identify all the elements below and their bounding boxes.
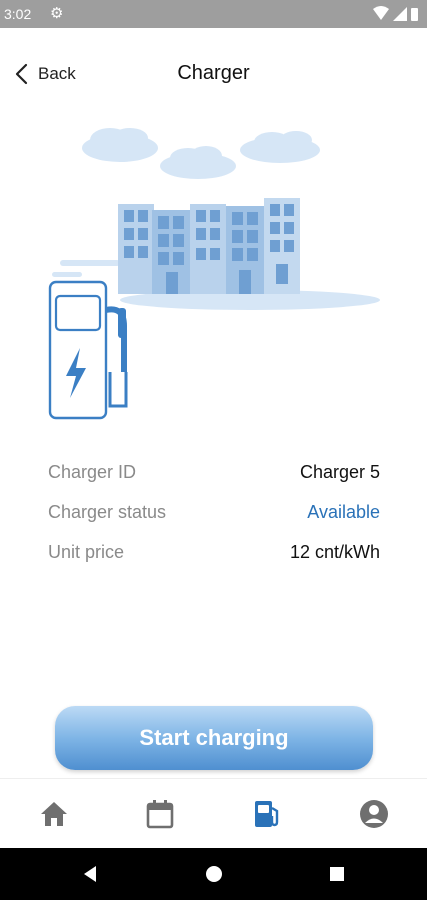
page-title: Charger — [177, 62, 250, 84]
start-charging-button[interactable]: Start charging — [55, 706, 373, 770]
charger-status-row: Charger status Available — [48, 492, 380, 532]
calendar-icon — [146, 800, 174, 829]
unit-price-value: 12 cnt/kWh — [289, 541, 380, 562]
clouds — [82, 128, 320, 179]
status-time: 3:02 — [4, 6, 32, 22]
status-bar: 3:02 ⚙ — [0, 0, 427, 28]
home-icon — [41, 802, 67, 826]
nav-account[interactable] — [357, 797, 391, 831]
charger-id-row: Charger ID Charger 5 — [48, 452, 380, 492]
circle-home-icon — [206, 866, 222, 882]
charger-illustration — [48, 128, 380, 420]
charger-id-label: Charger ID — [48, 461, 137, 482]
system-home-button[interactable] — [204, 864, 224, 884]
start-charging-label: Start charging — [139, 725, 289, 750]
triangle-back-icon — [84, 866, 96, 882]
fuel-station-icon — [255, 801, 279, 827]
wifi-icon — [373, 6, 389, 20]
signal-icon — [393, 7, 407, 21]
buildings — [118, 198, 300, 294]
charger-status-value: Available — [307, 501, 380, 522]
system-back-button[interactable] — [80, 864, 100, 884]
header: Back Charger — [0, 28, 427, 118]
gear-icon: ⚙ — [50, 5, 64, 22]
square-recents-icon — [330, 867, 344, 881]
battery-icon — [411, 8, 418, 21]
account-icon — [360, 800, 388, 828]
unit-price-label: Unit price — [48, 541, 125, 562]
charger-status-label: Charger status — [48, 501, 167, 522]
charger-info: Charger ID Charger 5 Charger status Avai… — [48, 452, 380, 572]
unit-price-row: Unit price 12 cnt/kWh — [48, 532, 380, 572]
charger-id-value: Charger 5 — [299, 461, 380, 482]
nav-charger[interactable] — [250, 797, 284, 831]
bottom-nav — [0, 778, 427, 848]
nav-home[interactable] — [37, 797, 71, 831]
system-recents-button[interactable] — [327, 864, 347, 884]
charging-station-icon — [48, 280, 128, 420]
system-nav-bar — [0, 848, 427, 900]
status-icons — [373, 6, 418, 21]
nav-calendar[interactable] — [143, 797, 177, 831]
